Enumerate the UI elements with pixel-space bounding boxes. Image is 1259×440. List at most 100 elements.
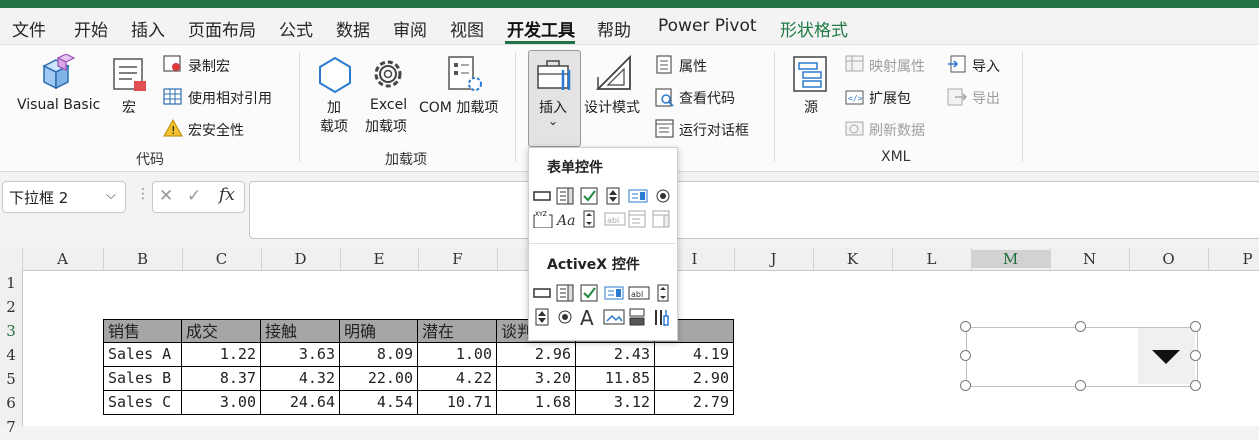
activex-label-control-icon[interactable]: A (578, 306, 600, 328)
list-box-control-icon[interactable] (628, 187, 648, 205)
group-box-control-icon[interactable]: XYZ (533, 210, 553, 228)
tab-help[interactable]: 帮助 (597, 16, 631, 41)
resize-handle[interactable] (1190, 350, 1201, 361)
resize-handle[interactable] (960, 321, 971, 332)
column-header[interactable]: A (22, 250, 103, 268)
combo-drop-down-edit-control-icon[interactable] (652, 210, 670, 228)
tab-developer[interactable]: 开发工具 (507, 16, 575, 41)
table-cell[interactable]: 2.96 (497, 343, 576, 367)
table-header-cell[interactable]: 接触 (261, 319, 340, 343)
map-properties-button[interactable]: 映射属性 (869, 56, 925, 76)
table-cell[interactable]: 4.19 (655, 343, 734, 367)
relative-reference-button[interactable]: 使用相对引用 (188, 88, 272, 108)
combo-list-edit-control-icon[interactable] (628, 210, 646, 228)
chevron-down-icon[interactable]: ⌵ (106, 188, 116, 203)
tab-file[interactable]: 文件 (12, 16, 46, 41)
row-header[interactable]: 3 (0, 322, 22, 344)
column-header[interactable]: O (1129, 250, 1208, 268)
refresh-data-button[interactable]: 刷新数据 (869, 120, 925, 140)
formula-input[interactable] (249, 181, 1259, 239)
table-cell[interactable]: 10.71 (418, 391, 497, 415)
table-cell[interactable]: 3.00 (182, 391, 261, 415)
resize-handle[interactable] (960, 380, 971, 391)
table-cell[interactable]: 1.68 (497, 391, 576, 415)
run-dialog-button[interactable]: 运行对话框 (679, 120, 749, 140)
insert-function-icon[interactable]: fx (219, 185, 235, 205)
row-header[interactable]: 2 (0, 298, 22, 320)
image-control-icon[interactable] (603, 308, 625, 326)
table-cell[interactable]: 1.00 (418, 343, 497, 367)
more-options-icon[interactable]: ⋮ (136, 186, 150, 202)
combo-box-control-icon[interactable] (556, 187, 574, 205)
column-header[interactable]: C (182, 250, 261, 268)
excel-addins-label-2[interactable]: 加载项 (365, 116, 407, 136)
table-header-cell[interactable]: 成交 (182, 319, 261, 343)
tab-view[interactable]: 视图 (450, 16, 484, 41)
activex-combo-box-control-icon[interactable] (556, 284, 574, 302)
spin-button-control-icon[interactable] (604, 187, 622, 205)
column-header[interactable]: N (1050, 250, 1129, 268)
activex-scroll-bar-control-icon[interactable] (654, 284, 672, 302)
tab-power-pivot[interactable]: Power Pivot (658, 16, 757, 36)
table-cell[interactable]: 3.63 (261, 343, 340, 367)
command-button-control-icon[interactable] (533, 284, 551, 302)
properties-button[interactable]: 属性 (679, 56, 707, 76)
cancel-icon[interactable]: ✕ (159, 186, 173, 206)
table-cell[interactable]: 2.79 (655, 391, 734, 415)
resize-handle[interactable] (1075, 321, 1086, 332)
table-cell[interactable]: 22.00 (340, 367, 418, 391)
table-header-cell[interactable]: 销售 (103, 319, 182, 343)
table-cell[interactable]: Sales C (103, 391, 182, 415)
xml-source-button[interactable]: 源 (804, 97, 818, 117)
tab-home[interactable]: 开始 (74, 16, 108, 41)
table-header-cell[interactable]: 明确 (340, 319, 418, 343)
view-code-button[interactable]: 查看代码 (679, 88, 735, 108)
com-addins-button[interactable]: COM 加载项 (419, 97, 498, 117)
row-header[interactable]: 6 (0, 394, 22, 416)
toggle-button-control-icon[interactable] (628, 308, 646, 326)
column-header[interactable]: F (418, 250, 497, 268)
activex-spin-button-control-icon[interactable] (533, 308, 551, 326)
column-header[interactable]: D (261, 250, 340, 268)
table-cell[interactable]: 11.85 (576, 367, 655, 391)
column-header[interactable]: E (340, 250, 418, 268)
table-cell[interactable]: 8.37 (182, 367, 261, 391)
table-cell[interactable]: 4.54 (340, 391, 418, 415)
option-button-control-icon[interactable] (654, 187, 672, 205)
row-header[interactable]: 4 (0, 346, 22, 368)
activex-check-box-control-icon[interactable] (580, 284, 598, 302)
tab-page-layout[interactable]: 页面布局 (188, 16, 256, 41)
table-cell[interactable]: 2.90 (655, 367, 734, 391)
table-cell[interactable]: 3.12 (576, 391, 655, 415)
column-header[interactable]: B (103, 250, 182, 268)
tab-review[interactable]: 审阅 (393, 16, 427, 41)
activex-list-box-control-icon[interactable] (604, 284, 624, 302)
table-cell[interactable]: 8.09 (340, 343, 418, 367)
tab-formulas[interactable]: 公式 (279, 16, 313, 41)
column-header[interactable]: J (734, 250, 813, 268)
enter-icon[interactable]: ✓ (187, 186, 201, 206)
table-cell[interactable]: 3.20 (497, 367, 576, 391)
tab-insert[interactable]: 插入 (131, 16, 165, 41)
label-control-icon[interactable]: Aa (556, 210, 578, 228)
resize-handle[interactable] (960, 350, 971, 361)
row-header[interactable]: 5 (0, 370, 22, 392)
excel-addins-label-1[interactable]: Excel (370, 97, 407, 113)
column-header[interactable]: P (1208, 250, 1259, 268)
table-header-cell[interactable]: 潜在 (418, 319, 497, 343)
column-header[interactable]: L (892, 250, 971, 268)
tab-data[interactable]: 数据 (336, 16, 370, 41)
more-controls-icon[interactable] (652, 308, 672, 326)
table-cell[interactable]: Sales A (103, 343, 182, 367)
row-header[interactable]: 1 (0, 274, 22, 296)
column-header[interactable]: K (813, 250, 892, 268)
export-button[interactable]: 导出 (972, 88, 1000, 108)
table-cell[interactable]: 4.22 (418, 367, 497, 391)
column-header[interactable]: M (971, 250, 1050, 268)
table-cell[interactable]: 4.32 (261, 367, 340, 391)
resize-handle[interactable] (1190, 380, 1201, 391)
visual-basic-button[interactable]: Visual Basic (17, 97, 100, 113)
addins-label-1[interactable]: 加 (327, 97, 341, 117)
table-cell[interactable]: 1.22 (182, 343, 261, 367)
table-cell[interactable]: 24.64 (261, 391, 340, 415)
